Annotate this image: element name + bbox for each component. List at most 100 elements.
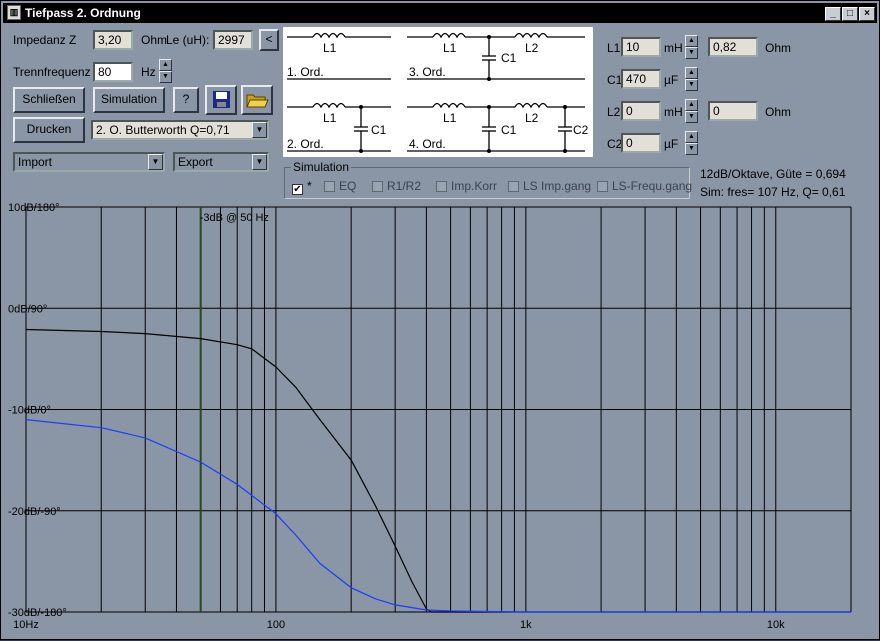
sim-checkbox-impkorr[interactable]: Imp.Korr bbox=[436, 179, 497, 193]
l1-spinner[interactable]: ▲ ▼ bbox=[685, 35, 698, 59]
c1-input[interactable]: 470 bbox=[621, 69, 661, 89]
le-label: Le (uH): bbox=[166, 33, 210, 47]
sim-checkbox-r1r2[interactable]: R1/R2 bbox=[372, 179, 421, 193]
window-title: Tiefpass 2. Ordnung bbox=[25, 6, 141, 20]
trennfrequenz-unit: Hz bbox=[141, 65, 156, 79]
simulation-button[interactable]: Simulation bbox=[93, 87, 165, 113]
minimize-button[interactable]: _ bbox=[825, 7, 841, 21]
l2-input[interactable]: 0 bbox=[621, 101, 661, 121]
filter-type-select[interactable]: 2. O. Butterworth Q=0,71 ▼ bbox=[91, 120, 269, 140]
spin-up-icon[interactable]: ▲ bbox=[159, 59, 172, 71]
o1-l1-label: L1 bbox=[323, 41, 337, 55]
y-tick-label: -20dB/-90° bbox=[8, 506, 61, 518]
o4-c2-label: C2 bbox=[573, 123, 589, 137]
save-button[interactable] bbox=[205, 85, 237, 115]
c1-unit: µF bbox=[664, 73, 679, 87]
maximize-button[interactable]: □ bbox=[842, 7, 858, 21]
sim-checkbox-ls-impgang[interactable]: LS Imp.gang bbox=[508, 179, 591, 193]
l2-unit: mH bbox=[664, 105, 683, 119]
spin-down-icon[interactable]: ▼ bbox=[159, 71, 172, 83]
checkbox-icon bbox=[372, 181, 383, 192]
l2-label: L2 bbox=[607, 105, 621, 119]
le-input[interactable]: 2997 bbox=[213, 30, 253, 50]
y-tick-label: -30dB/-180° bbox=[8, 607, 67, 619]
impedanz-input[interactable]: 3,20 bbox=[93, 30, 133, 50]
trennfrequenz-spinner[interactable]: ▲ ▼ bbox=[159, 59, 172, 83]
sim-checkbox-label: * bbox=[307, 179, 312, 193]
x-tick-label: 100 bbox=[267, 619, 285, 631]
o4-l2-label: L2 bbox=[525, 111, 539, 125]
spin-up-icon[interactable]: ▲ bbox=[685, 99, 698, 111]
sim-checkbox-eq[interactable]: EQ bbox=[324, 179, 356, 193]
title-bar[interactable]: ▥ Tiefpass 2. Ordnung _ □ × bbox=[3, 3, 877, 23]
sim-info-line2: Sim: fres= 107 Hz, Q= 0,61 bbox=[700, 185, 846, 199]
l1-unit: mH bbox=[664, 41, 683, 55]
close-button[interactable]: × bbox=[859, 7, 875, 21]
l2-resistance-input[interactable]: 0 bbox=[708, 101, 758, 121]
checkbox-icon bbox=[436, 181, 447, 192]
y-tick-label: 10dB/180° bbox=[8, 202, 60, 214]
y-tick-label: 0dB/90° bbox=[8, 303, 47, 315]
c2-input[interactable]: 0 bbox=[621, 133, 661, 153]
checkbox-icon bbox=[508, 181, 519, 192]
o2-c1-label: C1 bbox=[371, 123, 387, 137]
o4-l1-label: L1 bbox=[443, 111, 457, 125]
filter-type-value: 2. O. Butterworth Q=0,71 bbox=[96, 123, 230, 137]
sim-info-line1: 12dB/Oktave, Güte = 0,694 bbox=[700, 167, 846, 181]
app-icon[interactable]: ▥ bbox=[7, 5, 21, 20]
o2-label: 2. Ord. bbox=[287, 137, 324, 151]
spin-down-icon[interactable]: ▼ bbox=[685, 143, 698, 155]
y-tick-label: -10dB/0° bbox=[8, 405, 51, 417]
sim-checkbox-ls-frequgang[interactable]: LS-Frequ.gang bbox=[597, 179, 692, 193]
sim-checkbox-label: R1/R2 bbox=[387, 179, 422, 193]
l1-resistance-unit: Ohm bbox=[765, 41, 792, 55]
sim-checkbox-label: Imp.Korr bbox=[451, 179, 498, 193]
floppy-icon bbox=[213, 91, 230, 108]
o3-c1-label: C1 bbox=[501, 51, 517, 65]
open-button[interactable] bbox=[241, 85, 273, 115]
trennfrequenz-input[interactable]: 80 bbox=[93, 62, 133, 82]
impedanz-unit: Ohm bbox=[141, 33, 168, 47]
l2-spinner[interactable]: ▲ ▼ bbox=[685, 99, 698, 123]
spin-down-icon[interactable]: ▼ bbox=[685, 47, 698, 59]
o4-c1-label: C1 bbox=[501, 123, 517, 137]
drucken-button[interactable]: Drucken bbox=[13, 117, 85, 143]
chart-svg: -3dB @ 50 Hz 10dB/180° 0dB/90° -10dB/0° -20d… bbox=[1, 201, 879, 639]
export-select[interactable]: Export ▼ bbox=[173, 152, 269, 172]
trennfrequenz-label: Trennfrequenz f bbox=[13, 65, 98, 79]
o1-label: 1. Ord. bbox=[287, 65, 324, 79]
spin-down-icon[interactable]: ▼ bbox=[685, 79, 698, 91]
l1-resistance-input[interactable]: 0,82 bbox=[708, 37, 758, 57]
spin-up-icon[interactable]: ▲ bbox=[685, 131, 698, 143]
o3-l1-label: L1 bbox=[443, 41, 457, 55]
o2-l1-label: L1 bbox=[323, 111, 337, 125]
chevron-down-icon[interactable]: ▼ bbox=[148, 154, 163, 170]
simulation-group-label: Simulation bbox=[291, 160, 352, 174]
checkmark-icon: ✔ bbox=[292, 184, 303, 195]
x-tick-label: 10Hz bbox=[13, 619, 39, 631]
schliessen-button[interactable]: Schließen bbox=[13, 87, 85, 113]
folder-open-icon bbox=[246, 94, 269, 108]
l1-input[interactable]: 10 bbox=[621, 37, 661, 57]
import-select[interactable]: Import ▼ bbox=[13, 152, 165, 172]
chevron-down-icon[interactable]: ▼ bbox=[252, 154, 267, 170]
help-button[interactable]: ? bbox=[173, 87, 199, 113]
o4-label: 4. Ord. bbox=[409, 137, 446, 151]
c2-spinner[interactable]: ▲ ▼ bbox=[685, 131, 698, 155]
spin-up-icon[interactable]: ▲ bbox=[685, 67, 698, 79]
frequency-response-plot: -3dB @ 50 Hz 10dB/180° 0dB/90° -10dB/0° -20d… bbox=[1, 201, 880, 641]
l2-resistance-unit: Ohm bbox=[765, 105, 792, 119]
main-window: ▥ Tiefpass 2. Ordnung _ □ × Impedanz Z 3… bbox=[0, 0, 880, 640]
c1-spinner[interactable]: ▲ ▼ bbox=[685, 67, 698, 91]
sim-checkbox-label: LS-Frequ.gang bbox=[612, 179, 693, 193]
checkbox-icon bbox=[597, 181, 608, 192]
checkbox-icon bbox=[324, 181, 335, 192]
le-apply-button[interactable]: < bbox=[259, 29, 279, 51]
spin-down-icon[interactable]: ▼ bbox=[685, 111, 698, 123]
chevron-down-icon[interactable]: ▼ bbox=[252, 122, 267, 138]
o3-l2-label: L2 bbox=[525, 41, 539, 55]
sim-checkbox-star[interactable]: ✔ * bbox=[292, 179, 312, 195]
sim-checkbox-label: EQ bbox=[339, 179, 357, 193]
spin-up-icon[interactable]: ▲ bbox=[685, 35, 698, 47]
sim-checkbox-label: LS Imp.gang bbox=[523, 179, 592, 193]
